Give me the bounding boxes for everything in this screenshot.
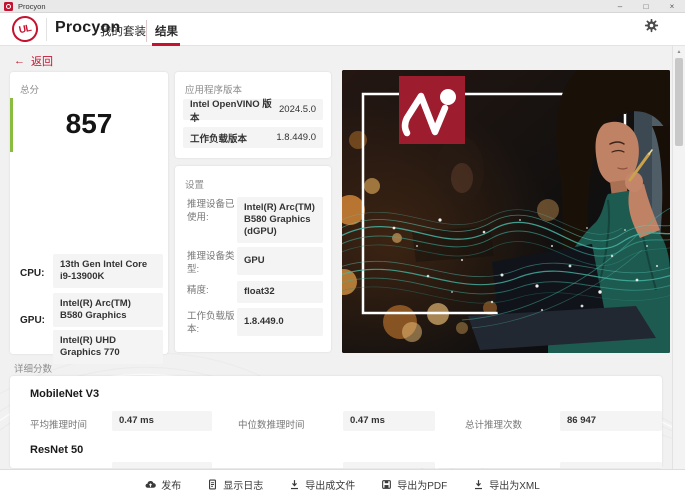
median-inference-time-label: 中位数推理时间 <box>238 417 305 431</box>
app-version-row: 工作负载版本 1.8.449.0 <box>183 127 323 148</box>
avg-inference-time-label: 平均推理时间 <box>30 417 87 431</box>
settings-card: 设置 推理设备已使用: Intel(R) Arc(TM) B580 Graphi… <box>175 166 331 352</box>
app-version-row: Intel OpenVINO 版本 2024.5.0 <box>183 99 323 120</box>
export-file-button[interactable]: 导出成文件 <box>289 477 355 492</box>
total-inference-count-label: 总计推理次数 <box>465 417 522 431</box>
back-label: 返回 <box>31 53 53 69</box>
export-pdf-icon <box>381 479 392 490</box>
total-inference-count-value: 86 947 <box>560 411 662 431</box>
log-document-icon <box>207 479 218 490</box>
benchmark-name-mobilenet: MobileNet V3 <box>30 388 99 400</box>
tab-divider <box>146 20 147 42</box>
tab-results[interactable]: 结果 <box>155 23 178 39</box>
window-title: Procyon <box>18 0 46 13</box>
avg-inference-time-value: 0.47 ms <box>112 411 212 431</box>
workload-version-value: 1.8.449.0 <box>276 132 316 143</box>
device-type-label: 推理设备类型: <box>187 250 235 276</box>
clipped-value-box <box>343 462 435 468</box>
openvino-version-value: 2024.5.0 <box>279 104 316 115</box>
clipped-value-box <box>112 462 212 468</box>
publish-button[interactable]: 发布 <box>145 477 181 492</box>
workload-version-setting-value: 1.8.449.0 <box>237 308 323 336</box>
device-type-value: GPU <box>237 247 323 275</box>
inference-device-value: Intel(R) Arc(TM) B580 Graphics (dGPU) <box>237 197 323 243</box>
export-file-icon <box>289 479 300 490</box>
median-inference-time-value: 0.47 ms <box>343 411 435 431</box>
app-icon <box>4 2 13 11</box>
show-log-button[interactable]: 显示日志 <box>207 477 263 492</box>
inference-device-label: 推理设备已使用: <box>187 198 235 224</box>
close-button[interactable]: × <box>659 0 685 13</box>
window-controls: – □ × <box>607 0 685 13</box>
cloud-upload-icon <box>145 479 156 490</box>
minimize-button[interactable]: – <box>607 0 633 13</box>
score-section-label: 总分 <box>20 82 39 96</box>
footer-toolbar: 发布 显示日志 导出成文件 导出为PDF 导出为XML <box>0 469 685 499</box>
workload-version-label: 工作负载版本 <box>190 131 247 145</box>
scrollbar-up-arrow-icon[interactable]: ▲ <box>673 49 685 55</box>
export-xml-button[interactable]: 导出为XML <box>473 477 540 492</box>
gpu-label: GPU: <box>20 315 45 326</box>
overall-score-card: 总分 857 CPU: 13th Gen Intel Core i9-13900… <box>10 72 168 354</box>
maximize-button[interactable]: □ <box>633 0 659 13</box>
window-titlebar: Procyon – □ × <box>0 0 685 13</box>
back-link[interactable]: ← 返回 <box>14 53 53 69</box>
export-pdf-button[interactable]: 导出为PDF <box>381 477 447 492</box>
procyon-ai-logo <box>399 76 465 144</box>
ul-logo-icon: UL <box>10 14 41 45</box>
gpu-value-2: Intel(R) UHD Graphics 770 <box>53 330 163 364</box>
tab-my-suites[interactable]: 我的套装 <box>100 23 146 39</box>
active-tab-underline <box>152 43 180 46</box>
vertical-scrollbar[interactable]: ▲ <box>672 46 685 469</box>
header-divider <box>46 18 47 41</box>
overall-score-value: 857 <box>10 108 168 140</box>
gpu-value-1: Intel(R) Arc(TM) B580 Graphics <box>53 293 163 327</box>
precision-label: 精度: <box>187 284 235 297</box>
cpu-value: 13th Gen Intel Core i9-13900K <box>53 254 163 288</box>
workload-version-setting-label: 工作负载版本: <box>187 310 235 336</box>
back-arrow-icon: ← <box>14 55 25 67</box>
settings-title: 设置 <box>185 177 204 191</box>
clipped-value-box <box>560 462 662 468</box>
scrollbar-thumb[interactable] <box>675 58 683 146</box>
hero-image <box>342 70 670 353</box>
app-version-title: 应用程序版本 <box>185 82 242 96</box>
ai-artwork <box>342 70 670 353</box>
export-xml-icon <box>473 479 484 490</box>
benchmark-name-resnet: ResNet 50 <box>30 444 83 456</box>
openvino-version-label: Intel OpenVINO 版本 <box>190 96 279 124</box>
settings-gear-icon[interactable] <box>644 18 666 40</box>
app-header: UL Procyon 我的套装 结果 <box>0 13 685 46</box>
detailed-scores-card: MobileNet V3 平均推理时间 0.47 ms 中位数推理时间 0.47… <box>10 376 662 468</box>
app-version-card: 应用程序版本 Intel OpenVINO 版本 2024.5.0 工作负载版本… <box>175 72 331 158</box>
cpu-label: CPU: <box>20 268 44 279</box>
precision-value: float32 <box>237 281 323 303</box>
details-section-label: 详细分数 <box>14 361 52 375</box>
